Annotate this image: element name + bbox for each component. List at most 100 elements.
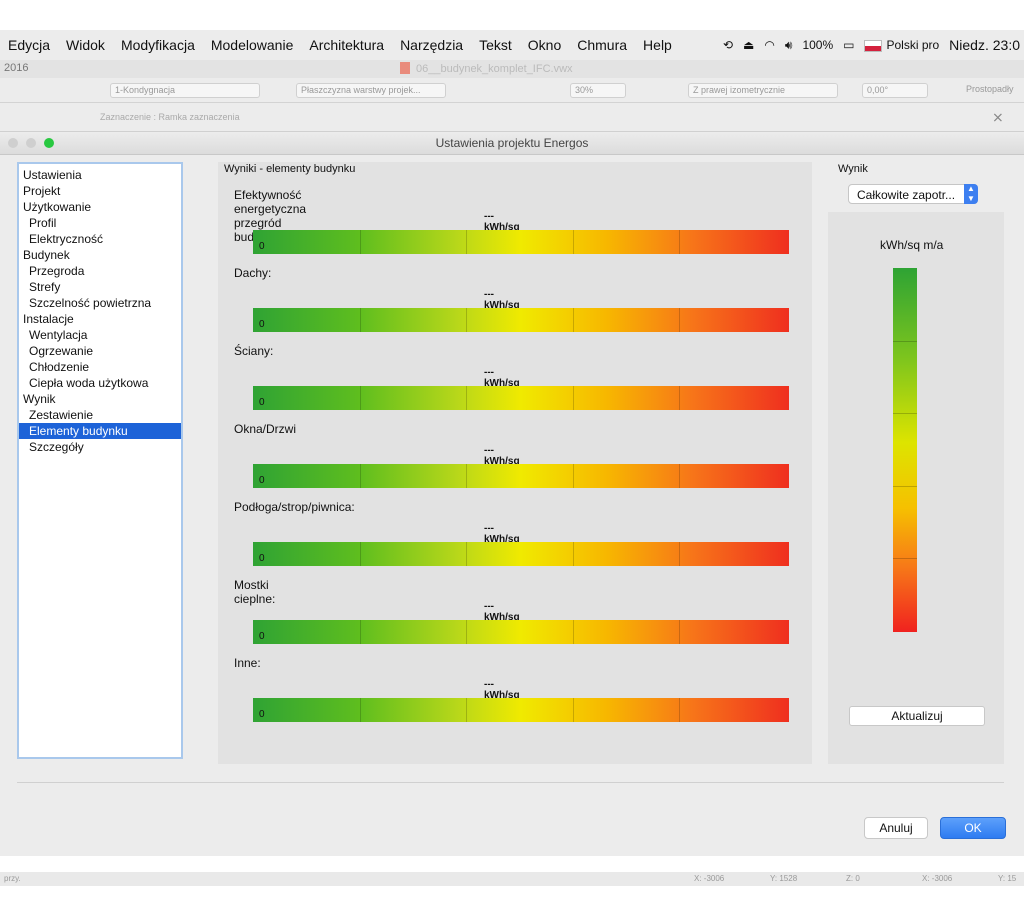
metric-gradient-bar: 0	[253, 386, 789, 410]
close-icon[interactable]	[8, 138, 18, 148]
bar-tick	[679, 542, 680, 566]
scale-tick	[893, 486, 917, 487]
tree-item-13[interactable]: Ciepła woda użytkowa	[19, 375, 181, 391]
tree-item-17[interactable]: Szczegóły	[19, 439, 181, 455]
bar-tick	[466, 386, 467, 410]
menu-modyfikacja[interactable]: Modyfikacja	[113, 37, 203, 53]
bar-tick	[573, 464, 574, 488]
menu-help[interactable]: Help	[635, 37, 680, 53]
menu-narzedzia[interactable]: Narzędzia	[392, 37, 471, 53]
coord-y[interactable]: Y: 1528	[770, 874, 797, 883]
tree-item-11[interactable]: Ogrzewanie	[19, 343, 181, 359]
menu-widok[interactable]: Widok	[58, 37, 113, 53]
metric-gradient-bar: 0	[253, 464, 789, 488]
coord-z[interactable]: Z: 0	[846, 874, 860, 883]
bar-min-label: 0	[259, 397, 265, 408]
divider	[17, 782, 1004, 783]
metric-label: Dachy:	[234, 266, 272, 280]
layer-select[interactable]: 1-Kondygnacja	[110, 83, 260, 98]
settings-tree: Ustawienia Projekt Użytkowanie Profil Elektr…	[17, 162, 183, 759]
status-bar: przy. X: -3006 Y: 1528 Z: 0 X: -3006 Y: …	[0, 872, 1024, 886]
menu-architektura[interactable]: Architektura	[301, 37, 392, 53]
coord-x2[interactable]: X: -3006	[922, 874, 952, 883]
tree-item-4[interactable]: Elektryczność	[19, 231, 181, 247]
tree-item-9[interactable]: Instalacje	[19, 311, 181, 327]
tree-item-1[interactable]: Projekt	[19, 183, 181, 199]
bar-tick	[466, 698, 467, 722]
result-type-value: Całkowite zapotr...	[857, 188, 956, 202]
time-machine-icon[interactable]: ⟲	[723, 38, 733, 52]
tool-icon[interactable]: ⨯	[992, 109, 1004, 126]
bar-tick	[360, 386, 361, 410]
metric-gradient-bar: 0	[253, 542, 789, 566]
battery-percent[interactable]: 100%	[802, 38, 833, 52]
bar-min-label: 0	[259, 475, 265, 486]
tree-item-2[interactable]: Użytkowanie	[19, 199, 181, 215]
plane-select[interactable]: Płaszczyzna warstwy projek...	[296, 83, 446, 98]
tree-item-5[interactable]: Budynek	[19, 247, 181, 263]
bar-tick	[466, 542, 467, 566]
tree-item-12[interactable]: Chłodzenie	[19, 359, 181, 375]
scale-tick	[893, 413, 917, 414]
settings-dialog: Ustawienia projektu Energos Ustawienia Pr…	[0, 131, 1024, 856]
bar-tick	[679, 230, 680, 254]
battery-icon[interactable]: ▭	[843, 38, 854, 52]
tree-item-16[interactable]: Elementy budynku	[19, 423, 181, 439]
dialog-title: Ustawienia projektu Energos	[435, 136, 589, 150]
document-icon	[400, 62, 410, 74]
coord-x[interactable]: X: -3006	[694, 874, 724, 883]
bar-tick	[573, 230, 574, 254]
clock[interactable]: Niedz. 23:0	[949, 37, 1020, 53]
metric-label: Ściany:	[234, 344, 274, 358]
tree-item-15[interactable]: Zestawienie	[19, 407, 181, 423]
eject-icon[interactable]: ⏏	[743, 38, 754, 52]
menu-tekst[interactable]: Tekst	[471, 37, 520, 53]
updown-icon: ▲ ▼	[964, 184, 978, 204]
view-select[interactable]: Z prawej izometrycznie	[688, 83, 838, 98]
zoom-field[interactable]: 30%	[570, 83, 626, 98]
bar-min-label: 0	[259, 319, 265, 330]
tree-item-6[interactable]: Przegroda	[19, 263, 181, 279]
tree-item-7[interactable]: Strefy	[19, 279, 181, 295]
metric-value-number: ---	[484, 211, 494, 222]
metric-label: Okna/Drzwi	[234, 422, 297, 436]
tree-item-0[interactable]: Ustawienia	[19, 167, 181, 183]
app-year: 2016	[4, 62, 29, 74]
scale-tick	[893, 558, 917, 559]
dialog-title-bar: Ustawienia projektu Energos	[0, 132, 1024, 155]
wifi-icon[interactable]: ◠	[764, 38, 774, 52]
bar-tick	[573, 386, 574, 410]
results-panel-title: Wyniki - elementy budynku	[224, 163, 356, 175]
result-type-select[interactable]: Całkowite zapotr... ▲ ▼	[848, 184, 978, 204]
menu-okno[interactable]: Okno	[520, 37, 569, 53]
bar-tick	[679, 620, 680, 644]
metric-value-number: ---	[484, 679, 494, 690]
input-language-label: Polski pro	[886, 38, 940, 52]
coord-y2[interactable]: Y: 15	[998, 874, 1016, 883]
tree-item-10[interactable]: Wentylacja	[19, 327, 181, 343]
angle-field[interactable]: 0,00°	[862, 83, 928, 98]
menu-chmura[interactable]: Chmura	[569, 37, 635, 53]
zoom-icon[interactable]	[44, 138, 54, 148]
tree-item-3[interactable]: Profil	[19, 215, 181, 231]
bar-min-label: 0	[259, 709, 265, 720]
bar-tick	[360, 230, 361, 254]
tree-item-8[interactable]: Szczelność powietrzna	[19, 295, 181, 311]
menu-edycja[interactable]: Edycja	[0, 37, 58, 53]
minimize-icon[interactable]	[26, 138, 36, 148]
ok-button[interactable]: OK	[940, 817, 1006, 839]
projection-select[interactable]: Prostopadły	[962, 83, 1024, 96]
bar-tick	[360, 464, 361, 488]
tree-item-14[interactable]: Wynik	[19, 391, 181, 407]
metric-value-number: ---	[484, 289, 494, 300]
mode-bar: Zaznaczenie : Ramka zaznaczenia ⨯	[0, 103, 1024, 131]
menu-bar: Edycja Widok Modyfikacja Modelowanie Arc…	[0, 30, 1024, 61]
input-language[interactable]: Polski pro	[864, 38, 939, 52]
selection-mode[interactable]: Zaznaczenie : Ramka zaznaczenia	[100, 112, 240, 122]
update-button[interactable]: Aktualizuj	[849, 706, 985, 726]
volume-icon[interactable]: 🔊︎	[785, 38, 793, 53]
flag-icon	[864, 39, 883, 52]
menu-modelowanie[interactable]: Modelowanie	[203, 37, 302, 53]
cancel-button[interactable]: Anuluj	[864, 817, 928, 839]
bar-tick	[466, 464, 467, 488]
